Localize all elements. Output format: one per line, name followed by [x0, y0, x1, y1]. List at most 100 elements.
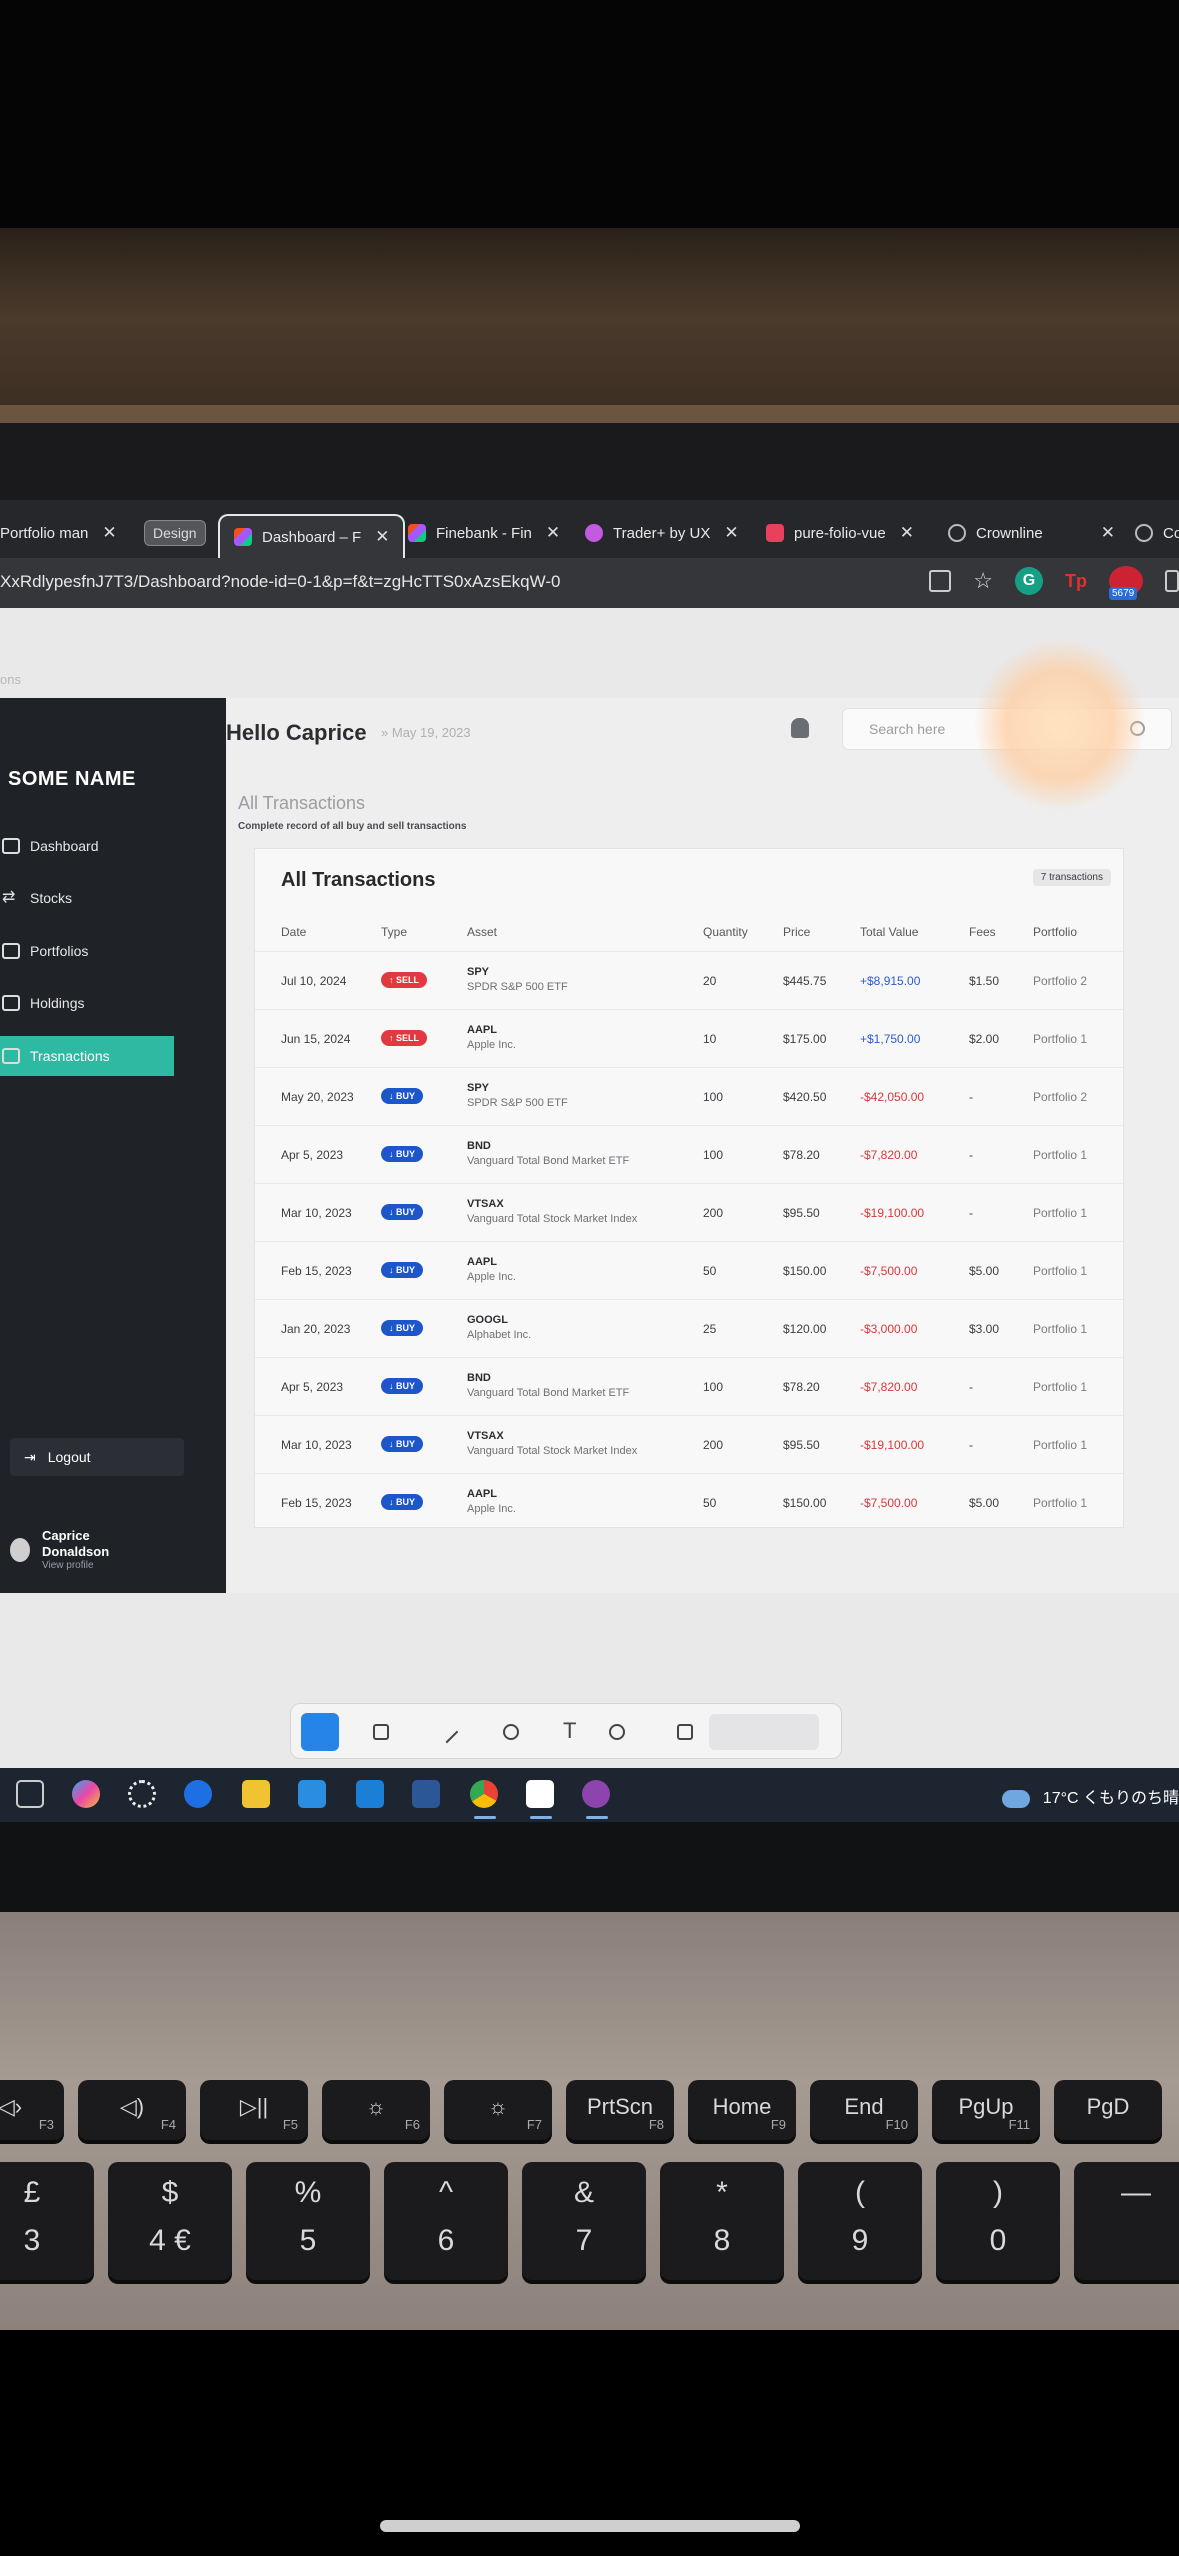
address-bar[interactable]: XxRdlypesfnJ7T3/Dashboard?node-id=0-1&p=…: [0, 558, 1179, 608]
star-icon[interactable]: ☆: [973, 568, 993, 594]
tab-crownline[interactable]: Crownline ✕: [948, 516, 1115, 550]
col-date[interactable]: Date: [281, 925, 306, 939]
row-asset: GOOGL Alphabet Inc.: [467, 1314, 531, 1341]
chrome-icon[interactable]: [470, 1780, 498, 1808]
sidebar-item-holdings[interactable]: Holdings: [0, 983, 174, 1023]
tab-dashboard[interactable]: Dashboard – F ✕: [218, 514, 406, 558]
github-icon[interactable]: [582, 1780, 610, 1808]
folder-icon[interactable]: [242, 1780, 270, 1808]
close-icon[interactable]: ✕: [900, 523, 914, 543]
store-icon[interactable]: [356, 1780, 384, 1808]
mode-switcher[interactable]: [709, 1714, 819, 1750]
number-key[interactable]: & 7: [522, 2162, 646, 2280]
function-key[interactable]: ◁› F3: [0, 2080, 64, 2140]
tab-portfolio[interactable]: Portfolio man ✕: [0, 516, 117, 550]
transactions-card: All Transactions 7 transactions Date Typ…: [254, 848, 1125, 1531]
close-icon[interactable]: ✕: [375, 527, 389, 547]
sidebar-item-portfolios[interactable]: Portfolios: [0, 931, 174, 971]
col-asset[interactable]: Asset: [467, 925, 497, 939]
weather-widget[interactable]: 17°C くもりのち晴: [1002, 1784, 1179, 1808]
tab-label: pure-folio-vue: [794, 524, 886, 542]
table-row[interactable]: Apr 5, 2023 ↓ BUY BND Vanguard Total Bond M…: [255, 1357, 1125, 1415]
function-key[interactable]: ☼ F6: [322, 2080, 430, 2140]
key-top-label: *: [716, 2176, 728, 2209]
app-icon[interactable]: [526, 1780, 554, 1808]
pen-line-icon[interactable]: [435, 1720, 459, 1744]
function-key[interactable]: Home F9: [688, 2080, 796, 2140]
number-key[interactable]: ) 0: [936, 2162, 1060, 2280]
section-subtitle: Complete record of all buy and sell tran…: [238, 821, 467, 832]
sidebar-item-stocks[interactable]: ⇄ Stocks: [0, 878, 174, 918]
logout-button[interactable]: ⇥ Logout: [10, 1438, 184, 1476]
col-type[interactable]: Type: [381, 925, 407, 939]
function-key[interactable]: ◁) F4: [78, 2080, 186, 2140]
pen-tool-icon[interactable]: [503, 1724, 519, 1740]
close-icon[interactable]: ✕: [102, 523, 116, 543]
copilot-icon[interactable]: [72, 1780, 100, 1808]
close-icon[interactable]: ✕: [1101, 523, 1115, 543]
number-key[interactable]: * 8: [660, 2162, 784, 2280]
row-price: $420.50: [783, 1090, 827, 1104]
hand-tool-icon[interactable]: [301, 1713, 339, 1751]
comment-tool-icon[interactable]: [609, 1724, 625, 1740]
number-key[interactable]: $4 €: [108, 2162, 232, 2280]
tab-design-pill[interactable]: Design: [144, 516, 206, 550]
number-key[interactable]: ^ 6: [384, 2162, 508, 2280]
table-row[interactable]: Feb 15, 2023 ↓ BUY AAPL Apple Inc. 50 $150.00…: [255, 1473, 1125, 1531]
finance-app-icon[interactable]: [184, 1780, 212, 1808]
tab-trader[interactable]: Trader+ by UX ✕: [585, 516, 739, 550]
number-key[interactable]: £3: [0, 2162, 94, 2280]
col-price[interactable]: Price: [783, 925, 810, 939]
sidebar-item-transactions[interactable]: Trasnactions: [0, 1036, 174, 1076]
profile-block[interactable]: Caprice Donaldson View profile: [10, 1528, 109, 1571]
col-total[interactable]: Total Value: [860, 925, 918, 939]
clipboard-icon[interactable]: [929, 570, 952, 592]
row-quantity: 50: [703, 1496, 717, 1510]
col-quantity[interactable]: Quantity: [703, 925, 748, 939]
type-badge: ↓ BUY: [381, 1204, 424, 1220]
puzzle-icon[interactable]: [1165, 570, 1179, 592]
function-key[interactable]: ▷|| F5: [200, 2080, 308, 2140]
grammarly-icon[interactable]: G: [1015, 567, 1043, 595]
tab-co[interactable]: Co: [1135, 516, 1179, 550]
outlook-icon[interactable]: [298, 1780, 326, 1808]
canvas-frame-label: ons: [0, 672, 21, 687]
home-indicator[interactable]: [380, 2520, 800, 2532]
text-tool-icon[interactable]: T: [563, 1718, 579, 1743]
close-icon[interactable]: ✕: [724, 523, 738, 543]
table-row[interactable]: Mar 10, 2023 ↓ BUY VTSAX Vanguard Total Sto…: [255, 1183, 1125, 1241]
frame-tool-icon[interactable]: [373, 1724, 389, 1740]
extension-badge-icon[interactable]: 5679: [1109, 566, 1143, 600]
url-text[interactable]: XxRdlypesfnJ7T3/Dashboard?node-id=0-1&p=…: [0, 572, 561, 592]
table-row[interactable]: Mar 10, 2023 ↓ BUY VTSAX Vanguard Total Sto…: [255, 1415, 1125, 1473]
tp-extension-icon[interactable]: Tp: [1065, 571, 1087, 592]
tab-finebank[interactable]: Finebank - Fin ✕: [408, 516, 560, 550]
settings-icon[interactable]: [128, 1780, 156, 1808]
function-key[interactable]: PgD: [1054, 2080, 1162, 2140]
table-row[interactable]: Jul 10, 2024 ↑ SELL SPY SPDR S&P 500 ETF 20 $…: [255, 951, 1125, 1009]
view-profile-link[interactable]: View profile: [42, 1560, 109, 1571]
number-key[interactable]: —: [1074, 2162, 1179, 2280]
start-icon[interactable]: [16, 1780, 44, 1808]
table-row[interactable]: Apr 5, 2023 ↓ BUY BND Vanguard Total Bond M…: [255, 1125, 1125, 1183]
table-row[interactable]: Feb 15, 2023 ↓ BUY AAPL Apple Inc. 50 $150.00…: [255, 1241, 1125, 1299]
key-fn-label: F8: [648, 2117, 664, 2132]
function-key[interactable]: ☼ F7: [444, 2080, 552, 2140]
key-bottom-label: 5: [299, 2224, 317, 2257]
close-icon[interactable]: ✕: [546, 523, 560, 543]
word-icon[interactable]: [412, 1780, 440, 1808]
number-key[interactable]: % 5: [246, 2162, 370, 2280]
function-key[interactable]: PrtScn F8: [566, 2080, 674, 2140]
col-fees[interactable]: Fees: [969, 925, 996, 939]
table-row[interactable]: Jan 20, 2023 ↓ BUY GOOGL Alphabet Inc. 25 $12…: [255, 1299, 1125, 1357]
col-portfolio[interactable]: Portfolio: [1033, 925, 1077, 939]
function-key[interactable]: End F10: [810, 2080, 918, 2140]
tab-purefolio[interactable]: pure-folio-vue ✕: [766, 516, 914, 550]
number-key[interactable]: (9: [798, 2162, 922, 2280]
components-icon[interactable]: [677, 1724, 693, 1740]
table-row[interactable]: May 20, 2023 ↓ BUY SPY SPDR S&P 500 ETF 100 $…: [255, 1067, 1125, 1125]
table-row[interactable]: Jun 15, 2024 ↑ SELL AAPL Apple Inc. 10 $175.0…: [255, 1009, 1125, 1067]
function-key[interactable]: PgUp F11: [932, 2080, 1040, 2140]
bell-icon[interactable]: [791, 718, 809, 738]
sidebar-item-dashboard[interactable]: Dashboard: [0, 826, 174, 866]
